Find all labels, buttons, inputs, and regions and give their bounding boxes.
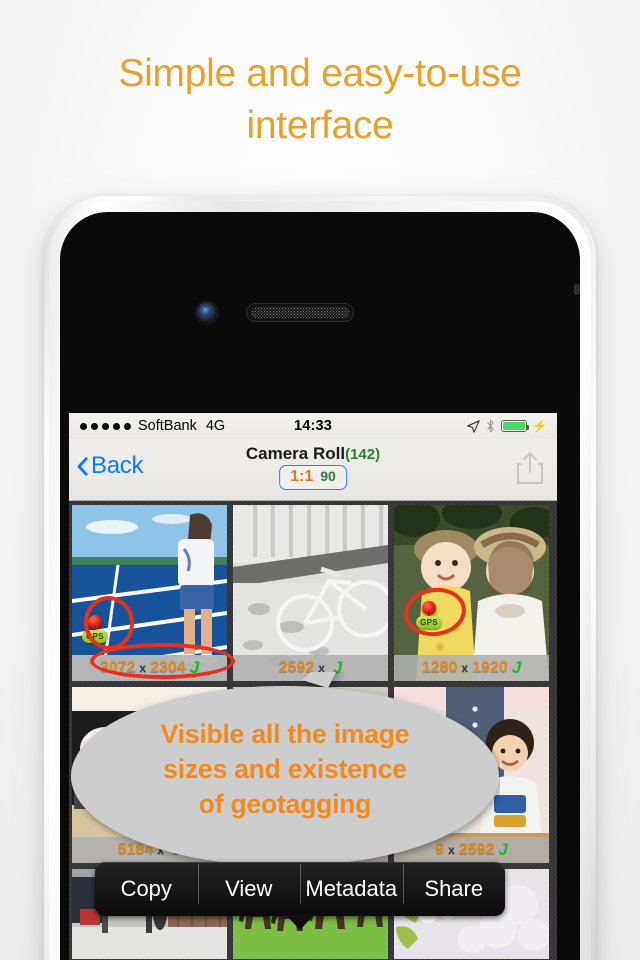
clock-label: 14:33 [293, 418, 333, 434]
context-menu-pointer [286, 915, 314, 930]
speaker-mesh [251, 307, 349, 318]
gps-label: GPS [82, 630, 108, 643]
callout-line-2: sizes and existence [163, 754, 407, 785]
thumbnail-cell-baby-and-mother[interactable]: GPS 1280 x 1920 J [394, 505, 549, 681]
context-menu-item-view[interactable]: View [197, 864, 301, 904]
gps-label: GPS [416, 616, 442, 629]
thumbnail-cell-sea-boat-girl[interactable]: GPS 3072 x 2304 J [72, 505, 227, 681]
status-bar: SoftBank 4G 14:33 ⚡ [69, 413, 557, 439]
ratio-value: 1:1 [290, 468, 314, 485]
quality-value: 90 [320, 468, 336, 484]
page-title: Simple and easy-to-use interface [0, 48, 640, 152]
headline-line-2: interface [246, 104, 394, 147]
share-button[interactable] [515, 451, 545, 485]
context-menu: Copy View Metadata Share [95, 862, 506, 930]
context-menu-item-share[interactable]: Share [402, 864, 506, 904]
album-count: (142) [345, 446, 381, 463]
gps-marker: GPS [416, 601, 442, 631]
context-menu-item-copy[interactable]: Copy [95, 876, 198, 902]
ratio-quality-badge[interactable]: 1:1 90 [279, 465, 347, 490]
battery-fill [503, 422, 526, 430]
battery-icon [501, 420, 530, 432]
gps-marker: GPS [82, 615, 108, 645]
album-title: Camera Roll(142) [69, 444, 557, 464]
callout-text: Visible all the image sizes and existenc… [70, 672, 500, 868]
thumbnail-cell-snow-bicycle[interactable]: 2592 x J [233, 505, 388, 681]
context-menu-item-metadata[interactable]: Metadata [300, 864, 403, 904]
album-title-text: Camera Roll [245, 444, 346, 463]
earpiece-speaker-icon [246, 303, 354, 322]
front-camera-icon [196, 302, 217, 323]
navigation-bar: Back Camera Roll(142) 1:1 90 [69, 439, 557, 501]
antenna-band [574, 284, 580, 295]
sensor-row [60, 298, 580, 328]
headline-line-1: Simple and easy-to-use [118, 52, 522, 95]
thumbnail-row: GPS 3072 x 2304 J 2592 x J GPS 1280 x 19… [72, 505, 554, 681]
callout-bubble: Visible all the image sizes and existenc… [70, 672, 500, 868]
callout-line-3: of geotagging [198, 788, 372, 819]
format-indicator: J [511, 658, 522, 677]
callout-line-1: Visible all the image [160, 719, 410, 750]
